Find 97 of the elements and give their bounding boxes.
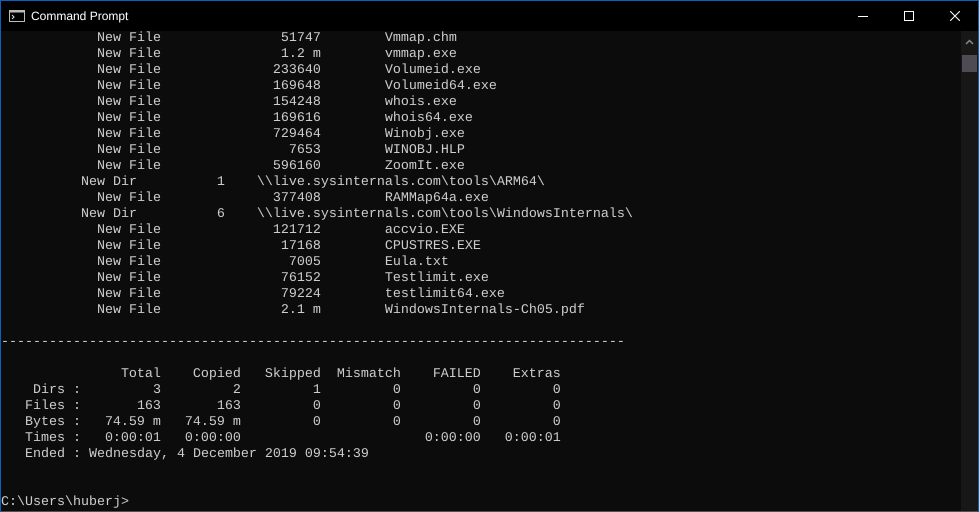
summary-value: 74.59 m [184, 415, 241, 430]
file-name: whois.exe [384, 95, 457, 111]
summary-value: 1 [312, 383, 321, 398]
summary-value: 0 [312, 415, 321, 430]
entry-type: New Dir [80, 207, 138, 223]
entry-type: New File [96, 287, 161, 303]
file-name: Winobj.exe [384, 127, 465, 143]
entry-type: New File [96, 95, 161, 111]
summary-value: 0 [552, 399, 561, 414]
entry-type: New File [96, 255, 161, 271]
summary-value: 0 [552, 383, 561, 398]
maximize-icon [904, 11, 914, 21]
close-icon [950, 11, 960, 21]
file-name: Eula.txt [384, 255, 449, 271]
command-prompt: C:\Users\huberj> [1, 495, 129, 511]
column-header: Extras [512, 367, 561, 382]
summary-value: 74.59 m [104, 415, 161, 430]
file-size: 596160 [272, 159, 321, 174]
entry-type: New File [96, 239, 161, 255]
column-header: FAILED [432, 367, 481, 382]
file-size: 51747 [280, 31, 321, 46]
file-name: ZoomIt.exe [384, 159, 465, 175]
file-size: 7005 [288, 255, 321, 270]
directory-path: \\live.sysinternals.com\tools\ARM64\ [256, 175, 545, 191]
summary-value: 0 [552, 415, 561, 430]
file-size: 233640 [272, 63, 321, 78]
file-name: vmmap.exe [384, 47, 457, 63]
entry-type: New File [96, 47, 161, 63]
summary-value: 0:00:00 [184, 431, 241, 446]
file-size: 169616 [272, 111, 321, 126]
scrollbar[interactable] [961, 31, 978, 511]
summary-value: 0 [472, 415, 481, 430]
entry-type: New File [96, 143, 161, 159]
file-size: 7653 [288, 143, 321, 158]
file-size: 76152 [280, 271, 321, 286]
row-label: Files : [24, 399, 81, 414]
summary-value: 2 [232, 383, 241, 398]
summary-value: 0:00:01 [104, 431, 161, 446]
file-count: 6 [216, 207, 225, 222]
entry-type: New Dir [80, 175, 138, 191]
summary-value: 163 [216, 399, 241, 414]
entry-type: New File [96, 223, 161, 239]
column-header: Mismatch [336, 367, 401, 382]
file-name: Volumeid.exe [384, 63, 481, 79]
entry-type: New File [96, 127, 161, 143]
separator-line: ------------------------------------------------------------------------------ [1, 335, 625, 351]
file-size: 2.1 m [280, 303, 321, 318]
summary-value: 0:00:01 [504, 431, 561, 446]
summary-value: 0:00:00 [424, 431, 481, 446]
file-name: Vmmap.chm [384, 31, 457, 47]
file-name: WINOBJ.HLP [384, 143, 465, 159]
summary-value: 0 [392, 383, 401, 398]
row-label: Bytes : [24, 415, 81, 430]
file-size: 17168 [280, 239, 321, 254]
entry-type: New File [96, 159, 161, 175]
scroll-up-icon[interactable] [965, 39, 974, 45]
summary-value: 0 [472, 383, 481, 398]
file-size: 729464 [272, 127, 321, 142]
row-label: Dirs : [32, 383, 81, 398]
scrollbar-thumb[interactable] [962, 55, 977, 72]
column-header: Copied [192, 367, 241, 382]
entry-type: New File [96, 63, 161, 79]
directory-path: \\live.sysinternals.com\tools\WindowsInternals\ [256, 207, 633, 223]
file-name: CPUSTRES.EXE [384, 239, 481, 255]
console-app-icon [9, 10, 25, 22]
file-size: 377408 [272, 191, 321, 206]
summary-value: 163 [136, 399, 161, 414]
entry-type: New File [96, 79, 161, 95]
summary-value: 0 [312, 399, 321, 414]
file-name: accvio.EXE [384, 223, 465, 239]
entry-type: New File [96, 191, 161, 207]
file-size: 169648 [272, 79, 321, 94]
summary-value: 0 [392, 399, 401, 414]
file-name: Testlimit.exe [384, 271, 489, 287]
window-title: Command Prompt [31, 8, 128, 25]
file-size: 154248 [272, 95, 321, 110]
summary-value: 3 [152, 383, 161, 398]
file-size: 79224 [280, 287, 321, 302]
entry-type: New File [96, 111, 161, 127]
column-header: Skipped [264, 367, 321, 382]
summary-value: 0 [392, 415, 401, 430]
file-name: whois64.exe [384, 111, 473, 127]
file-size: 1.2 m [280, 47, 321, 62]
row-label: Times : [24, 431, 81, 446]
entry-type: New File [96, 303, 161, 319]
file-name: Volumeid64.exe [384, 79, 497, 95]
file-name: testlimit64.exe [384, 287, 505, 303]
summary-value: 0 [472, 399, 481, 414]
entry-type: New File [96, 31, 161, 47]
file-size: 121712 [272, 223, 321, 238]
file-name: RAMMap64a.exe [384, 191, 489, 207]
file-name: WindowsInternals-Ch05.pdf [384, 303, 585, 319]
entry-type: New File [96, 271, 161, 287]
column-header: Total [120, 367, 161, 382]
end-timestamp: Wednesday, 4 December 2019 09:54:39 [88, 447, 369, 463]
row-label: Ended : [24, 447, 81, 463]
file-count: 1 [216, 175, 225, 190]
